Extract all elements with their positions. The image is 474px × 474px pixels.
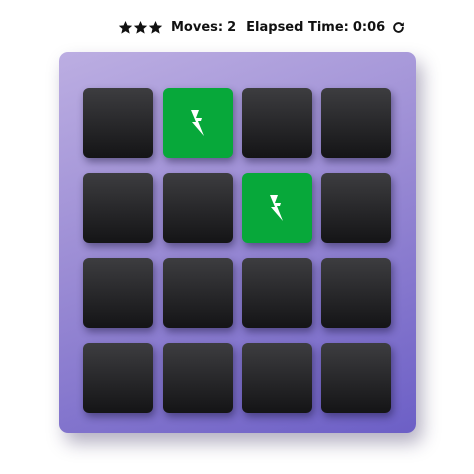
card[interactable]	[321, 343, 391, 413]
card[interactable]	[163, 343, 233, 413]
moves-label: Moves:	[171, 19, 224, 35]
card-deck	[59, 52, 416, 433]
card-matched[interactable]	[163, 88, 233, 158]
card[interactable]	[242, 88, 312, 158]
card[interactable]	[321, 88, 391, 158]
elapsed-time-value: 0:06	[352, 19, 386, 35]
card[interactable]	[242, 343, 312, 413]
card[interactable]	[83, 258, 153, 328]
card[interactable]	[83, 88, 153, 158]
moves-count: 2	[227, 19, 237, 35]
card[interactable]	[83, 173, 153, 243]
card-matched[interactable]	[242, 173, 312, 243]
bolt-icon	[266, 193, 288, 223]
card[interactable]	[163, 173, 233, 243]
restart-icon[interactable]	[391, 20, 406, 35]
bolt-icon	[187, 108, 209, 138]
card[interactable]	[321, 173, 391, 243]
card[interactable]	[242, 258, 312, 328]
card[interactable]	[83, 343, 153, 413]
star-icon	[148, 20, 163, 35]
card[interactable]	[163, 258, 233, 328]
star-rating	[118, 20, 163, 35]
star-icon	[133, 20, 148, 35]
score-panel: Moves: 2 Elapsed Time: 0:06	[118, 16, 406, 38]
card[interactable]	[321, 258, 391, 328]
star-icon	[118, 20, 133, 35]
elapsed-time-label: Elapsed Time:	[246, 19, 349, 35]
